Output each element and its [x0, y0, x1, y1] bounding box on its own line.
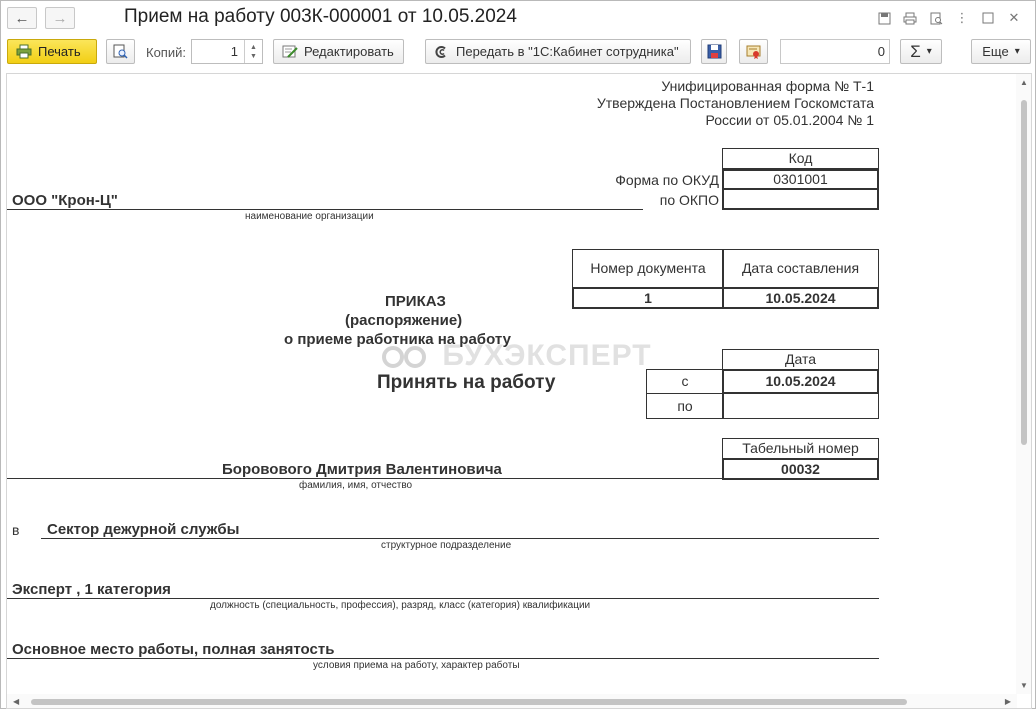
arrow-left-icon: ← — [14, 9, 30, 27]
to-label: по — [646, 393, 724, 419]
spin-down-icon[interactable]: ▼ — [250, 52, 257, 61]
order-subtitle: (распоряжение) — [345, 312, 463, 329]
vertical-scrollbar[interactable]: ▲ ▼ — [1016, 74, 1031, 694]
print-icon[interactable] — [897, 8, 923, 28]
preview-button[interactable] — [106, 39, 135, 64]
position-name: Эксперт , 1 категория — [12, 581, 171, 598]
position-caption: должность (специальность, профессия), ра… — [210, 600, 591, 611]
doc-number-header: Номер документа — [572, 249, 724, 288]
horizontal-scroll-thumb[interactable] — [31, 699, 907, 705]
more-vertical-icon[interactable]: ⋮ — [949, 8, 975, 28]
edit-icon — [282, 44, 298, 60]
1c-logo-icon — [434, 44, 450, 60]
printed-form: Унифицированная форма № Т-1 Утверждена П… — [7, 74, 1017, 694]
form-header-line2: Утверждена Постановлением Госкомстата — [596, 95, 874, 111]
sum-button[interactable]: Σ ▾ — [900, 39, 942, 64]
department-underline — [41, 538, 879, 539]
in-label: в — [12, 522, 20, 538]
copies-label: Копий: — [146, 45, 186, 60]
to-date-value — [722, 393, 879, 419]
print-button[interactable]: Печать — [7, 39, 97, 64]
maximize-icon[interactable] — [975, 8, 1001, 28]
window-title: Прием на работу 003К-000001 от 10.05.202… — [124, 6, 517, 27]
chevron-down-icon: ▾ — [1014, 46, 1020, 57]
watermark-logo: БУХЭКСПЕРТ — [381, 339, 652, 373]
spin-up-icon[interactable]: ▲ — [250, 43, 257, 52]
print-form-window: ← → Прием на работу 003К-000001 от 10.05… — [0, 0, 1036, 709]
employee-name: Боровового Дмитрия Валентиновича — [222, 461, 502, 478]
sum-value-field[interactable]: 0 — [780, 39, 890, 64]
scroll-left-icon[interactable]: ◀ — [13, 697, 19, 706]
send-to-cabinet-button[interactable]: Передать в "1С:Кабинет сотрудника" — [425, 39, 691, 64]
conditions-caption: условия приема на работу, характер работ… — [313, 660, 520, 671]
okpo-label: по ОКПО — [659, 192, 719, 208]
watermark-text: БУХЭКСПЕРТ — [442, 339, 652, 372]
employee-underline — [7, 478, 723, 479]
send-label: Передать в "1С:Кабинет сотрудника" — [456, 44, 679, 59]
back-button[interactable]: ← — [7, 7, 37, 29]
preview-icon[interactable] — [923, 8, 949, 28]
position-underline — [7, 598, 879, 599]
code-header: Код — [722, 148, 879, 169]
department-caption: структурное подразделение — [381, 540, 512, 551]
scroll-up-icon[interactable]: ▲ — [1020, 78, 1028, 87]
conditions-underline — [7, 658, 879, 659]
sum-value: 0 — [877, 44, 885, 59]
horizontal-scrollbar[interactable]: ◀ ▶ — [7, 694, 1017, 708]
tab-number-header: Табельный номер — [722, 438, 879, 459]
certificate-icon — [746, 44, 762, 60]
okpo-value — [722, 188, 879, 210]
order-title: ПРИКАЗ — [385, 293, 446, 310]
form-header-line3: России от 05.01.2004 № 1 — [705, 112, 874, 128]
more-label: Еще — [982, 44, 1009, 59]
edit-label: Редактировать — [304, 44, 394, 59]
organization-name: ООО "Крон-Ц" — [12, 192, 118, 209]
department-name: Сектор дежурной службы — [47, 521, 240, 538]
sigma-icon: Σ — [910, 41, 921, 61]
employee-caption: фамилия, имя, отчество — [299, 480, 413, 491]
scroll-right-icon[interactable]: ▶ — [1005, 697, 1011, 706]
from-label: с — [646, 369, 724, 394]
window-controls: ⋮ ✕ — [871, 8, 1027, 28]
close-icon[interactable]: ✕ — [1001, 8, 1027, 28]
date-header: Дата — [722, 349, 879, 370]
edit-button[interactable]: Редактировать — [273, 39, 404, 64]
save-button[interactable] — [701, 39, 727, 64]
copies-value: 1 — [230, 44, 238, 59]
organization-underline — [7, 209, 643, 210]
hire-title: Принять на работу — [377, 372, 556, 393]
more-button[interactable]: Еще ▾ — [971, 39, 1031, 64]
forward-button[interactable]: → — [45, 7, 75, 29]
save-icon[interactable] — [871, 8, 897, 28]
tab-number-value: 00032 — [722, 458, 879, 480]
toolbar: Печать Копий: 1 ▲ ▼ Редактировать Переда… — [1, 37, 1035, 67]
copies-stepper[interactable]: ▲ ▼ — [244, 40, 262, 63]
organization-caption: наименование организации — [245, 211, 374, 222]
copies-input[interactable]: 1 ▲ ▼ — [191, 39, 263, 64]
okud-value: 0301001 — [722, 169, 879, 190]
doc-number-value: 1 — [572, 287, 724, 309]
arrow-right-icon: → — [52, 9, 68, 27]
chevron-down-icon: ▾ — [926, 46, 932, 57]
doc-date-header: Дата составления — [722, 249, 879, 288]
scroll-down-icon[interactable]: ▼ — [1020, 681, 1028, 690]
magnifier-page-icon — [113, 44, 129, 60]
form-header-line1: Унифицированная форма № Т-1 — [661, 78, 874, 94]
print-label: Печать — [38, 44, 81, 59]
from-date-value: 10.05.2024 — [722, 369, 879, 394]
conditions-text: Основное место работы, полная занятость — [12, 641, 335, 658]
okud-label: Форма по ОКУД — [615, 172, 719, 188]
title-bar: ← → Прием на работу 003К-000001 от 10.05… — [1, 1, 1035, 35]
sign-button[interactable] — [739, 39, 768, 64]
vertical-scroll-thumb[interactable] — [1021, 100, 1027, 445]
doc-date-value: 10.05.2024 — [722, 287, 879, 309]
document-area[interactable]: Унифицированная форма № Т-1 Утверждена П… — [6, 73, 1032, 709]
floppy-icon — [706, 44, 722, 60]
printer-icon — [16, 44, 32, 60]
